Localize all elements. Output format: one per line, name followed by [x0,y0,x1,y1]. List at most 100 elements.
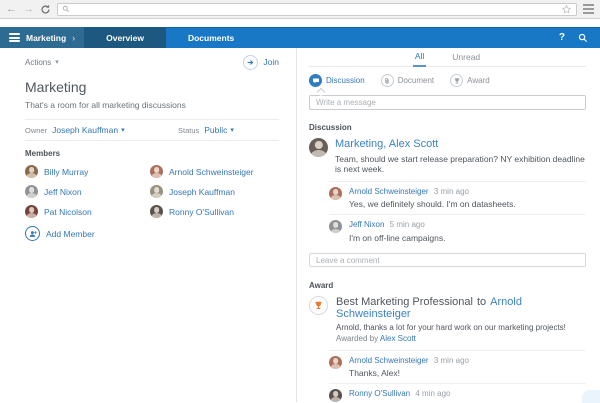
join-label: Join [263,57,279,67]
tab-all[interactable]: All [413,51,426,67]
comment-text: I'm on off-line campaigns. [349,233,445,243]
discussion-comments: Arnold Schweinsteiger 3 min ago Yes, we … [329,181,586,248]
browser-chrome: ← → [0,0,600,19]
message-composer [309,92,586,110]
award-trophy-icon [309,296,328,315]
avatar [150,205,163,218]
chrome-gap [0,19,600,27]
thread-message: Team, should we start release preparatio… [335,154,586,174]
discussion-button[interactable]: Discussion [309,74,365,87]
main-content: Actions ▾ Join Marketing That's a room f… [0,48,600,402]
message-input[interactable] [309,95,586,110]
member-link[interactable]: Joseph Kauffman [150,185,279,198]
workspace-menu[interactable]: Marketing › [0,27,84,48]
member-link[interactable]: Pat Nicolson [25,205,150,218]
thread-title-link[interactable]: Marketing, Alex Scott [335,138,586,150]
bookmark-star-icon[interactable] [561,4,572,15]
comment-author-link[interactable]: Arnold Schweinsteiger [349,187,429,196]
hamburger-icon [9,32,20,44]
caret-down-icon: ▾ [230,127,234,134]
back-icon[interactable]: ← [6,4,17,15]
award-button[interactable]: Award [450,74,490,87]
status-label: Status [178,126,199,135]
member-link[interactable]: Arnold Schweinsteiger [150,165,279,178]
awarded-by-link[interactable]: Alex Scott [380,334,416,343]
comment-author-link[interactable]: Jeff Nixon [349,220,384,229]
document-button[interactable]: Document [381,74,434,87]
caret-down-icon: ▾ [55,59,59,66]
avatar [25,185,38,198]
chevron-right-icon: › [72,33,75,43]
activity-stream-panel: All Unread Discussion [297,48,600,402]
avatar [150,165,163,178]
avatar [25,165,38,178]
award-comments: Arnold Schweinsteiger 3 min ago Thanks, … [329,350,586,403]
tab-unread[interactable]: Unread [450,52,482,66]
browser-menu-icon[interactable] [583,2,594,16]
comment: Ronny O'Sullivan 4 min ago Congrats, Arn… [329,383,586,403]
status-link[interactable]: Public ▾ [204,125,234,135]
award-section-heading: Award [309,281,586,290]
tab-documents[interactable]: Documents [166,27,256,48]
discussion-thread: Marketing, Alex Scott Team, should we st… [309,138,586,174]
member-link[interactable]: Ronny O'Sullivan [150,205,279,218]
owner-status-row: Owner Joseph Kauffman ▾ Status Public ▾ [25,120,279,140]
award-post: Best Marketing ProfessionaltoArnold Schw… [309,296,586,343]
comment-timestamp: 4 min ago [415,389,450,398]
avatar [329,187,342,200]
actions-label: Actions [25,58,51,67]
comment-text: Yes, we definitely should. I'm on datash… [349,199,516,209]
actions-dropdown[interactable]: Actions ▾ [25,58,59,67]
trophy-icon [450,74,463,87]
comment-composer [309,250,586,268]
comment: Jeff Nixon 5 min ago I'm on off-line cam… [329,214,586,247]
divider [25,140,279,141]
comment-input[interactable] [309,253,586,267]
comment-author-link[interactable]: Ronny O'Sullivan [349,389,410,398]
add-member-button[interactable]: Add Member [25,226,279,241]
help-button[interactable]: ? [559,32,565,43]
reload-icon[interactable] [40,4,51,15]
comment-timestamp: 5 min ago [390,220,425,229]
composer-buttons: Discussion Document [309,74,586,87]
member-link[interactable]: Billy Murray [25,165,150,178]
comment-timestamp: 3 min ago [434,356,469,365]
owner-label: Owner [25,126,47,135]
comment-author-link[interactable]: Arnold Schweinsteiger [349,356,429,365]
address-bar[interactable] [57,3,577,16]
url-input[interactable] [74,4,557,15]
paperclip-icon [381,74,394,87]
member-link[interactable]: Jeff Nixon [25,185,150,198]
tab-overview[interactable]: Overview [84,27,166,48]
comment: Arnold Schweinsteiger 3 min ago Thanks, … [329,350,586,383]
join-button[interactable]: Join [243,55,279,70]
header-actions: ? [547,27,600,48]
members-list: Billy Murray Arnold Schweinsteiger Jeff … [25,165,279,218]
award-message: Arnold, thanks a lot for your hard work … [336,323,586,332]
app-window: ← → Marketing › Overview Documents [0,0,600,403]
join-arrow-icon [243,55,258,70]
add-member-label: Add Member [46,229,95,239]
page-title: Marketing [25,79,279,95]
awarded-by-line: Awarded by Alex Scott [336,334,586,343]
actions-row: Actions ▾ Join [25,54,279,70]
room-description: That's a room for all marketing discussi… [25,100,279,110]
workspace-label: Marketing [26,33,66,43]
forward-icon[interactable]: → [23,4,34,15]
owner-link[interactable]: Joseph Kauffman ▾ [52,125,125,135]
award-title: Best Marketing ProfessionaltoArnold Schw… [336,296,586,320]
corner-widget[interactable] [582,390,600,403]
add-person-icon [25,226,40,241]
search-icon[interactable] [578,33,588,43]
avatar [150,185,163,198]
comment-text: Thanks, Alex! [349,368,469,378]
avatar [329,220,342,233]
members-heading: Members [25,149,279,158]
avatar [309,138,328,157]
avatar [25,205,38,218]
room-info-panel: Actions ▾ Join Marketing That's a room f… [0,48,297,402]
avatar [329,356,342,369]
discussion-section-heading: Discussion [309,123,586,132]
url-search-icon [62,5,70,13]
caret-down-icon: ▾ [121,127,125,134]
